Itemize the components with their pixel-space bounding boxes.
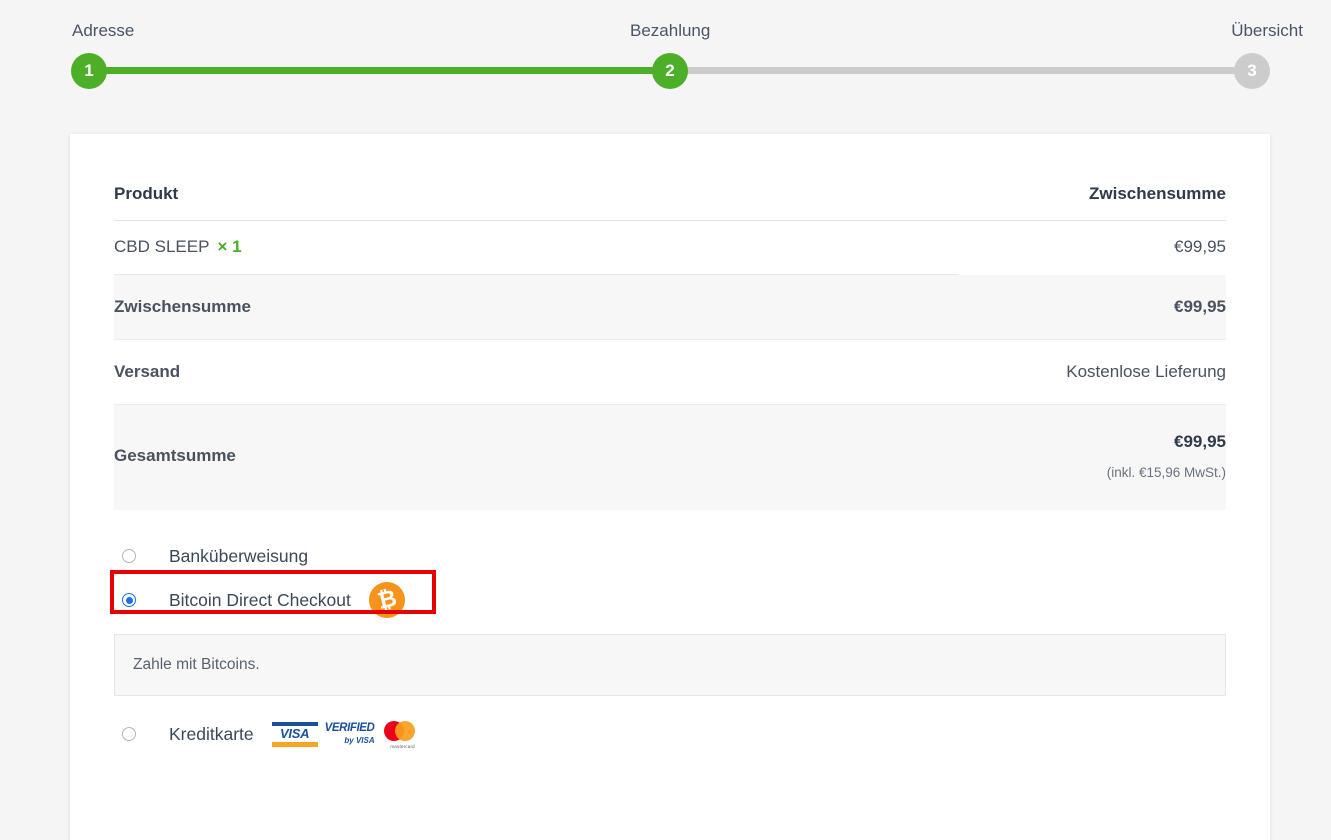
payment-description-text: Zahle mit Bitcoins. xyxy=(133,656,260,674)
total-value: €99,95 xyxy=(1174,432,1226,451)
verified-by-visa-line1: VERIFIED xyxy=(324,722,375,735)
order-item-quantity: × 1 xyxy=(217,237,242,256)
radio-bitcoin-icon[interactable] xyxy=(122,593,136,608)
total-row: Gesamtsumme €99,95 (inkl. €15,96 MwSt.) xyxy=(114,404,1226,511)
mastercard-icon: mastercard xyxy=(382,719,424,749)
order-table-header-row: Produkt Zwischensumme xyxy=(114,134,1226,221)
progress-segment-remaining xyxy=(664,67,1251,74)
verified-by-visa-line2: by VISA xyxy=(344,735,375,745)
payment-option-banktransfer[interactable]: Banküberweisung xyxy=(114,536,1226,576)
step-label-uebersicht: Übersicht xyxy=(1231,21,1303,40)
order-item-row: CBD SLEEP × 1 €99,95 xyxy=(114,220,1226,275)
total-tax-note: (inkl. €15,96 MwSt.) xyxy=(1106,465,1226,481)
payment-label-banktransfer: Banküberweisung xyxy=(169,545,309,566)
progress-segment-completed xyxy=(89,67,665,74)
payment-description-panel: Zahle mit Bitcoins. xyxy=(114,634,1226,697)
total-value-cell: €99,95 (inkl. €15,96 MwSt.) xyxy=(959,404,1226,511)
total-label: Gesamtsumme xyxy=(114,404,960,511)
order-item-amount: €99,95 xyxy=(1174,237,1226,257)
visa-icon-text: VISA xyxy=(280,725,310,741)
mastercard-icon-text: mastercard xyxy=(390,744,415,750)
step-bubble-1[interactable]: 1 xyxy=(71,53,107,89)
order-review-table: Produkt Zwischensumme CBD SLEEP × 1 €99,9… xyxy=(114,134,1226,511)
order-item-name: CBD SLEEP xyxy=(114,237,210,256)
checkout-card: Produkt Zwischensumme CBD SLEEP × 1 €99,9… xyxy=(70,134,1270,840)
subtotal-label: Zwischensumme xyxy=(114,274,960,340)
visa-icon: VISA xyxy=(271,720,318,749)
card-brand-logos: VISA VERIFIED by VISA mastercard xyxy=(271,719,424,749)
payment-label-creditcard: Kreditkarte xyxy=(169,723,254,744)
subtotal-value: €99,95 xyxy=(959,274,1226,340)
step-bubble-2[interactable]: 2 xyxy=(652,53,688,89)
bitcoin-icon: ₿ xyxy=(368,582,405,619)
radio-banktransfer-icon[interactable] xyxy=(122,549,136,564)
payment-label-bitcoin: Bitcoin Direct Checkout xyxy=(169,589,351,610)
radio-creditcard-icon[interactable] xyxy=(122,727,136,742)
column-header-subtotal: Zwischensumme xyxy=(959,134,1226,221)
shipping-label: Versand xyxy=(114,339,960,405)
payment-methods: Banküberweisung Bitcoin Direct Checkout … xyxy=(110,536,1226,754)
checkout-progress: Adresse Bezahlung Übersicht 1 2 3 xyxy=(0,0,1331,100)
column-header-product: Produkt xyxy=(114,134,960,221)
bitcoin-icon-glyph: ₿ xyxy=(374,584,400,615)
payment-option-bitcoin[interactable]: Bitcoin Direct Checkout ₿ xyxy=(114,580,1226,620)
step-label-bezahlung: Bezahlung xyxy=(630,21,711,40)
shipping-row: Versand Kostenlose Lieferung xyxy=(114,339,1226,405)
payment-option-creditcard[interactable]: Kreditkarte VISA VERIFIED by VISA master… xyxy=(114,714,1226,754)
step-bubble-3[interactable]: 3 xyxy=(1234,53,1270,89)
step-label-adresse: Adresse xyxy=(72,21,135,40)
order-item-name-cell: CBD SLEEP × 1 xyxy=(114,220,960,275)
verified-by-visa-icon: VERIFIED by VISA xyxy=(325,719,375,749)
shipping-value: Kostenlose Lieferung xyxy=(959,339,1226,405)
subtotal-row: Zwischensumme €99,95 xyxy=(114,274,1226,340)
